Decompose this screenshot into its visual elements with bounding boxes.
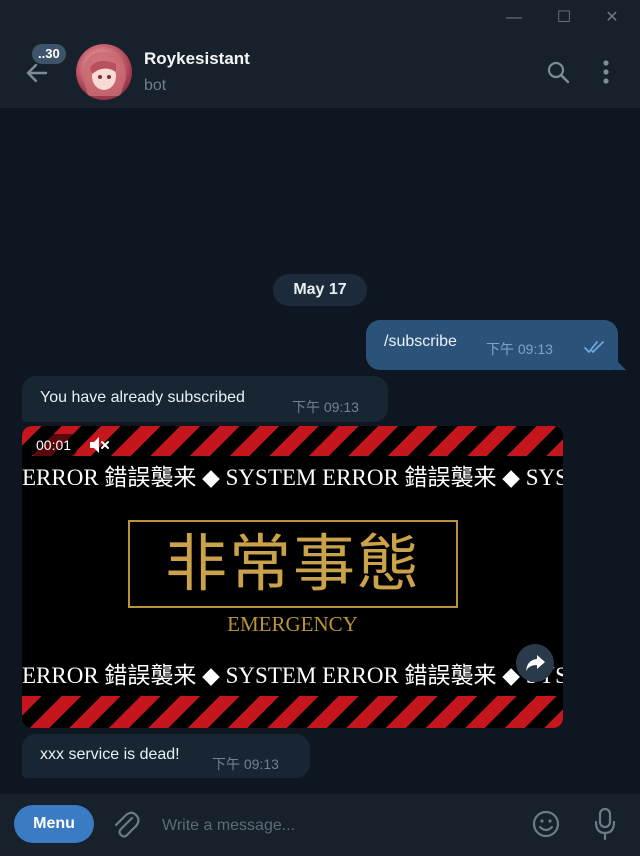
- close-window-button[interactable]: ✕: [602, 8, 622, 28]
- avatar[interactable]: [76, 44, 132, 100]
- message-time: 下午 09:13: [292, 399, 359, 415]
- date-separator: May 17: [273, 274, 367, 306]
- unread-count-badge: ..30: [32, 44, 66, 64]
- double-check-icon: [584, 341, 604, 353]
- chat-title[interactable]: Roykesistant: [144, 49, 250, 69]
- video-message[interactable]: ERROR 錯誤襲来 ◆ SYSTEM ERROR 錯誤襲来 ◆ SYST 非常…: [22, 426, 563, 728]
- forward-arrow-icon: [526, 655, 545, 671]
- kebab-menu-icon[interactable]: [598, 58, 614, 86]
- paperclip-icon[interactable]: [110, 808, 140, 840]
- message-text: xxx service is dead!: [40, 746, 180, 763]
- chat-subtitle: bot: [144, 77, 167, 94]
- incoming-message[interactable]: You have already subscribed 下午 09:13: [22, 376, 388, 422]
- incoming-message[interactable]: xxx service is dead! 下午 09:13: [22, 734, 310, 778]
- message-time: 下午 09:13: [212, 756, 279, 772]
- smiley-icon[interactable]: [530, 808, 562, 840]
- muted-speaker-icon[interactable]: [88, 435, 110, 455]
- video-duration: 00:01: [30, 434, 78, 456]
- maximize-button[interactable]: ☐: [554, 8, 574, 28]
- chat-header: ..30 Roykesistant bot: [0, 36, 640, 108]
- minimize-button[interactable]: —: [504, 8, 524, 28]
- outgoing-message[interactable]: /subscribe 下午 09:13: [366, 320, 626, 370]
- search-icon[interactable]: [546, 60, 570, 84]
- ticker-bottom: ERROR 錯誤襲来 ◆ SYSTEM ERROR 錯誤襲来 ◆ SYS: [22, 663, 563, 688]
- share-button[interactable]: [516, 644, 554, 682]
- composer-bar: Menu: [0, 794, 640, 856]
- message-input[interactable]: [160, 808, 504, 844]
- message-history[interactable]: May 17 /subscribe 下午 09:13 You have alre…: [0, 108, 640, 794]
- message-time: 下午 09:13: [486, 341, 553, 357]
- window-titlebar: — ☐ ✕: [0, 0, 640, 36]
- avatar-illustration: [82, 51, 126, 96]
- microphone-icon[interactable]: [592, 806, 618, 842]
- message-text: /subscribe: [384, 333, 457, 350]
- message-text: You have already subscribed: [40, 389, 245, 406]
- ticker-top: ERROR 錯誤襲来 ◆ SYSTEM ERROR 錯誤襲来 ◆ SYST: [22, 465, 563, 490]
- emergency-headline: 非常事態: [128, 520, 458, 608]
- bubble-tail: [616, 360, 626, 370]
- bot-menu-button[interactable]: Menu: [14, 805, 94, 843]
- alert-stripes-bottom: [22, 696, 563, 728]
- emergency-caption: EMERGENCY: [227, 612, 358, 636]
